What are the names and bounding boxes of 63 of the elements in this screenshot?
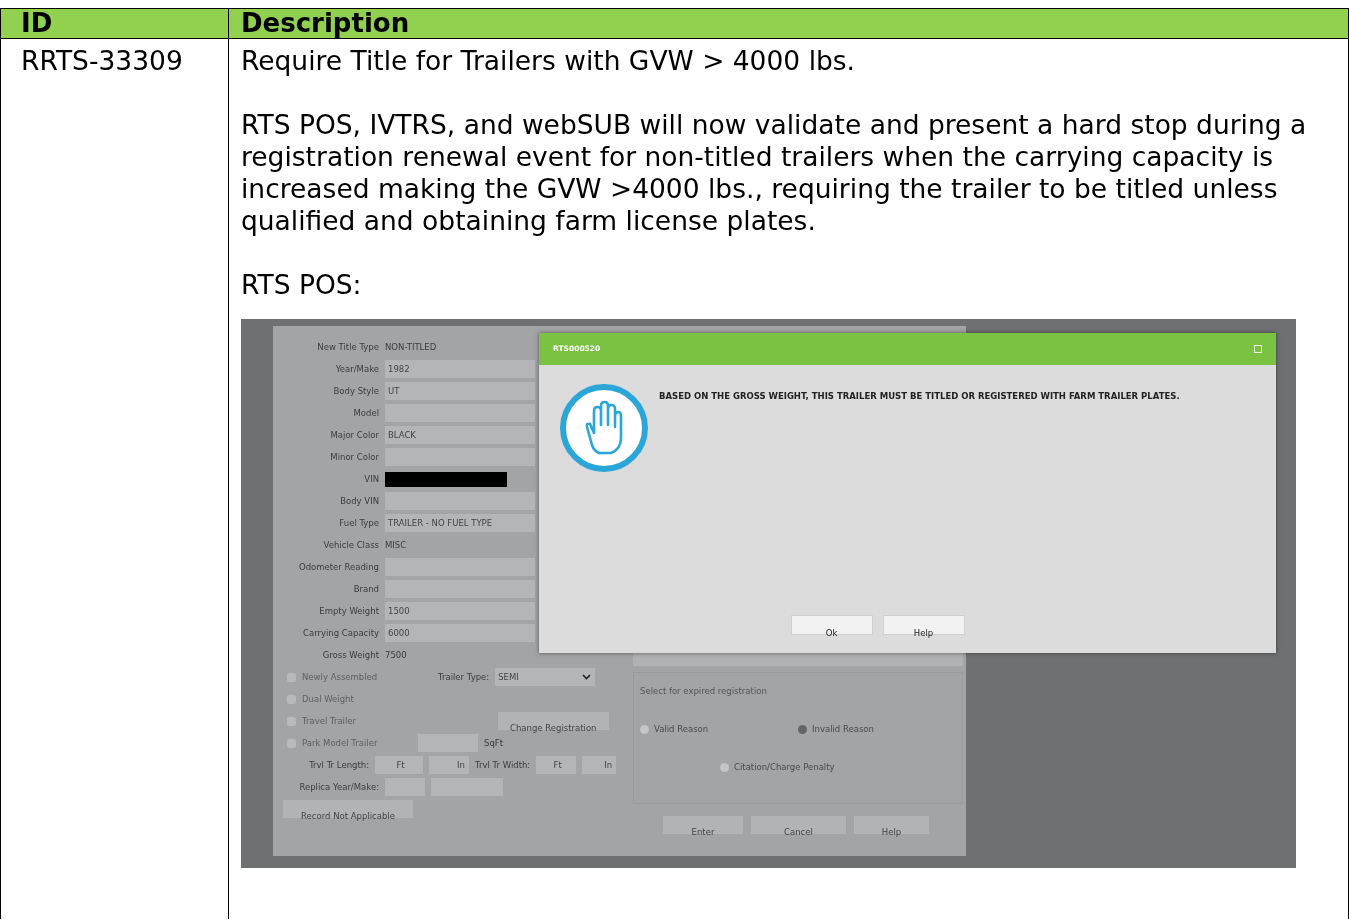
radio-button[interactable] (720, 762, 729, 772)
checkbox-label: Dual Weight (302, 693, 355, 706)
form-label: Odometer Reading (297, 561, 379, 574)
form-label: Replica Year/Make: (298, 781, 379, 794)
form-label: Major Color (329, 429, 379, 442)
radio-label: Citation/Charge Penalty (734, 761, 835, 774)
unit-label: SqFt (484, 737, 503, 750)
input-field[interactable]: In (582, 756, 617, 774)
input-field[interactable]: 1982 (385, 360, 535, 378)
radio-button[interactable] (640, 724, 649, 734)
checkbox-label: Travel Trailer (302, 715, 358, 728)
form-label: Brand (352, 583, 379, 596)
input-field[interactable]: BLACK (385, 426, 535, 444)
form-button[interactable]: Cancel (751, 816, 846, 834)
form-label: Empty Weight (318, 605, 379, 618)
field-value: 7500 (385, 649, 407, 662)
dialog-message: BASED ON THE GROSS WEIGHT, THIS TRAILER MUST BE TITLED OR REGISTERED WITH FARM TRAILER PLATES. (659, 390, 1181, 403)
checkbox-label: Newly Assembled (302, 671, 379, 684)
form-label: Year/Make (334, 363, 379, 376)
minimize-icon[interactable] (1254, 345, 1262, 353)
form-button[interactable]: Enter (663, 816, 743, 834)
column-header: ID (1, 9, 229, 39)
radio-label: Valid Reason (654, 723, 709, 736)
input-field[interactable]: In (429, 756, 469, 774)
form-label: Fuel Type (338, 517, 379, 530)
group-title: Select for expired registration (640, 685, 768, 698)
description-paragraph: RTS POS, IVTRS, and webSUB will now validate and present a hard stop during a registration renewal event for non-titled trailers when the carrying capacity is increased making the GVW >4000 lbs., requiring the trailer to be titled unless qualified and obtaining farm license plates. (241, 109, 1308, 237)
checkbox-label: Park Model Trailer (302, 737, 379, 750)
form-label: Carrying Capacity (302, 627, 379, 640)
field-value: NON-TITLED (385, 341, 437, 354)
form-label: Body Style (332, 385, 379, 398)
issue-id: RRTS-33309 (21, 45, 183, 76)
issue-title: Require Title for Trailers with GVW > 4000 lbs. (241, 45, 857, 77)
input-field[interactable] (385, 558, 535, 576)
input-field[interactable] (385, 580, 535, 598)
radio-button[interactable] (798, 724, 807, 734)
form-label: Vehicle Class (322, 539, 379, 552)
input-field[interactable] (385, 492, 535, 510)
input-field[interactable]: TRAILER - NO FUEL TYPE (385, 514, 535, 532)
input-field[interactable]: 1500 (385, 602, 535, 620)
form-label: Trailer Type: (438, 671, 490, 684)
stop-hand-icon (559, 383, 649, 473)
dialog-button[interactable]: Ok (790, 615, 873, 635)
field-value: MISC (385, 539, 407, 552)
chevron-icon (582, 674, 592, 680)
form-label: Body VIN (339, 495, 379, 508)
radio-label: Invalid Reason (812, 723, 874, 736)
form-label: Minor Color (329, 451, 379, 464)
input-field[interactable] (385, 448, 535, 466)
dropdown[interactable]: SEMI (495, 668, 596, 686)
input-field[interactable]: Ft (375, 756, 423, 774)
form-label: Gross Weight (321, 649, 379, 662)
input-field[interactable] (385, 404, 535, 422)
input-field[interactable]: UT (385, 382, 535, 400)
input-field[interactable]: 6000 (385, 624, 535, 642)
section-label: RTS POS: (241, 269, 362, 300)
form-label: Trvl Tr Width: (475, 759, 531, 772)
form-label: New Title Type (316, 341, 379, 354)
form-label: VIN (363, 473, 379, 486)
form-label: Model (352, 407, 379, 420)
form-label: Trvl Tr Length: (308, 759, 369, 772)
input-field[interactable]: Ft (536, 756, 577, 774)
column-header: Description (229, 9, 1349, 39)
